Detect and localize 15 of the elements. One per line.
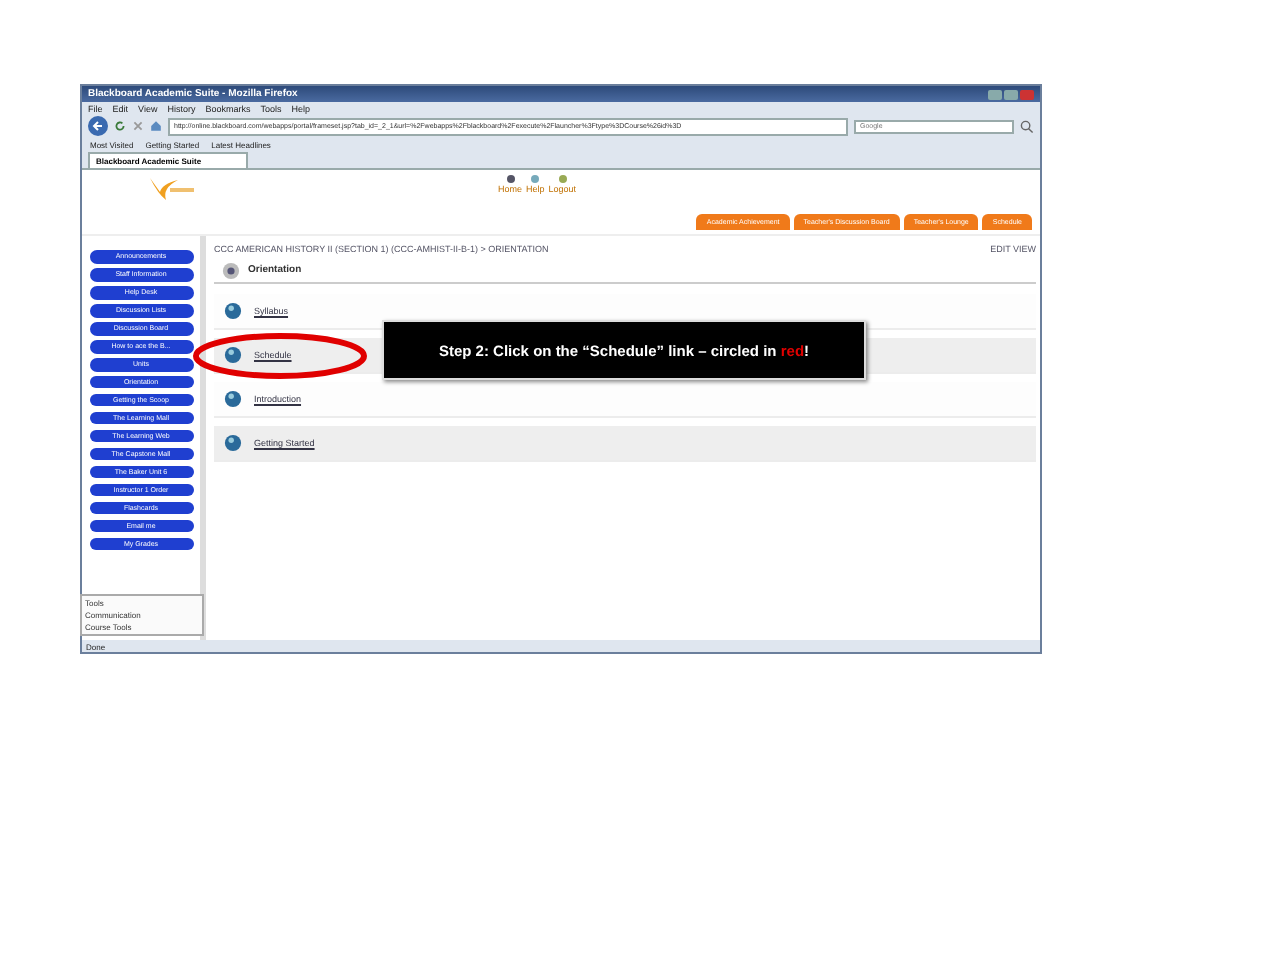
reload-icon[interactable] [114, 120, 126, 132]
back-icon[interactable] [88, 116, 108, 136]
stop-icon[interactable] [132, 120, 144, 132]
minimize-button[interactable] [988, 89, 1002, 99]
globe-icon [224, 346, 242, 364]
maximize-button[interactable] [1004, 89, 1018, 99]
search-icon[interactable] [1020, 119, 1034, 133]
globe-icon [224, 390, 242, 408]
toolbar-icon [505, 174, 515, 184]
logo-icon [146, 174, 198, 202]
home-icon[interactable] [150, 120, 162, 132]
globe-icon [224, 434, 242, 452]
globe-icon [224, 302, 242, 320]
toolbar-icon [557, 174, 568, 184]
toolbar-icon [530, 174, 541, 184]
